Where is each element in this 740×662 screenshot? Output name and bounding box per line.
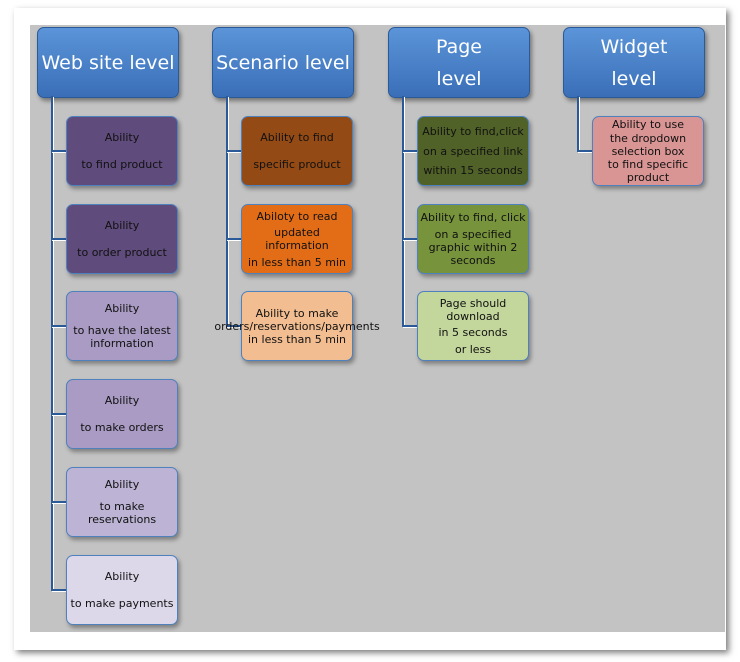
requirement-box: Ability to find, click on a specified gra… (417, 204, 529, 274)
connector-line (226, 150, 242, 152)
requirement-box: Ability to make orders (66, 379, 178, 449)
header-text: Widget (600, 35, 668, 58)
requirement-text: Ability (104, 131, 140, 145)
header-text: Page (436, 35, 482, 58)
requirement-text: Ability to find (260, 131, 334, 145)
requirement-text: the dropdown selection box (609, 131, 687, 158)
requirement-text: updated information (265, 226, 329, 252)
requirement-box: Ability to use the dropdown selection box… (592, 116, 704, 186)
requirement-text: to make payments (70, 596, 174, 610)
header-text: Web site level (41, 51, 175, 74)
requirement-box: Ability to find specific product (241, 116, 353, 186)
requirement-text: Ability (104, 570, 140, 584)
requirement-text: Page should download (439, 296, 507, 323)
requirement-text: on a specified link (423, 144, 523, 158)
requirement-text: Abiloty to read (256, 209, 338, 223)
connector-line (402, 238, 418, 240)
header-text: level (611, 67, 657, 90)
requirement-box: Page should download in 5 seconds or less (417, 291, 529, 361)
requirement-box: Ability to make orders/reservations/paym… (214, 291, 380, 361)
requirement-text: to order product (77, 245, 167, 259)
requirement-text: within 15 seconds (423, 164, 523, 178)
requirement-box: Ability to make reservations (66, 467, 178, 537)
requirement-box: Ability to have the latest information (66, 291, 178, 361)
connector-line (51, 150, 67, 152)
requirement-box: Ability to order product (66, 204, 178, 274)
requirement-text: in less than 5 min (247, 255, 347, 269)
level-header: Widget level (563, 27, 705, 98)
requirement-box: Ability to make payments (66, 555, 178, 625)
level-header: Scenario level (212, 27, 354, 98)
connector-line (577, 150, 593, 152)
connector-line (402, 150, 418, 152)
requirement-text: Ability (104, 219, 140, 233)
connector-line (402, 96, 404, 326)
requirement-text: Ability to find, click (420, 210, 526, 224)
connector-line (51, 238, 67, 240)
requirement-text: Ability (104, 302, 140, 315)
requirement-text: to find specific product (607, 157, 689, 184)
requirement-text: or less (454, 342, 492, 356)
requirement-text: Ability (104, 478, 140, 491)
header-text: level (436, 67, 482, 90)
level-header: Page level (388, 27, 530, 98)
connector-line (402, 325, 418, 327)
connector-line (226, 238, 242, 240)
requirement-text: to find product (81, 157, 163, 171)
requirement-text: Ability to use (611, 118, 684, 132)
connector-line (577, 96, 579, 151)
requirement-box: Ability to find product (66, 116, 178, 186)
level-header: Web site level (37, 27, 179, 98)
connector-line (51, 589, 67, 591)
connector-line (226, 96, 228, 326)
header-text: Scenario level (216, 51, 350, 74)
requirement-box: Abiloty to read updated information in les… (241, 204, 353, 274)
requirement-text: Ability to make orders/reservations/paym… (214, 306, 380, 346)
connector-line (51, 413, 67, 415)
requirement-text: Ability to find,click (422, 124, 524, 138)
requirement-text: specific product (253, 157, 341, 171)
requirement-text: to make orders (80, 420, 164, 434)
connector-line (51, 325, 67, 327)
requirement-text: in 5 seconds (438, 326, 508, 339)
requirement-box: Ability to find,click on a specified link… (417, 116, 529, 186)
connector-line (51, 96, 53, 590)
requirement-text: Ability (104, 394, 140, 408)
connector-line (51, 501, 67, 503)
requirement-text: to have the latest information (73, 324, 171, 350)
requirement-text: on a specified graphic within 2 seconds (428, 228, 518, 268)
requirement-text: to make reservations (87, 500, 157, 526)
